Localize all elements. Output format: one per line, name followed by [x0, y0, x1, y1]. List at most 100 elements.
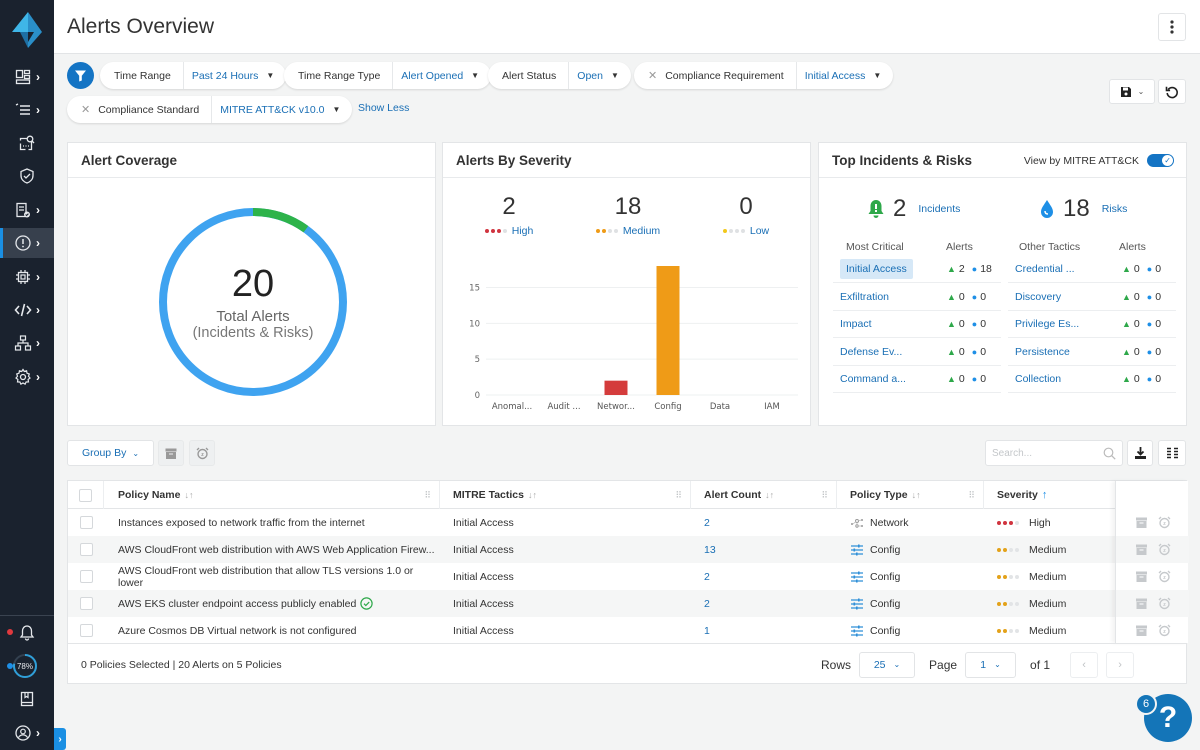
row-checkbox[interactable] — [79, 624, 93, 637]
severity-link[interactable]: Medium — [623, 225, 660, 237]
row-checkbox[interactable] — [79, 597, 93, 610]
tactic-row[interactable]: Collection ▲ 0 ● 0 — [1008, 366, 1176, 393]
snooze-alarm-icon[interactable]: z — [1158, 624, 1171, 637]
app-logo[interactable] — [12, 12, 42, 48]
incidents-summary[interactable]: 2 Incidents — [867, 195, 960, 223]
snooze-alarm-icon[interactable]: z — [1158, 570, 1171, 583]
filter-pill[interactable]: ✕ Compliance Standard MITRE ATT&CK v10.0 ▼ — [67, 96, 353, 123]
group-by-dropdown[interactable]: Group By ⌄ — [67, 440, 154, 466]
policy-name[interactable]: Instances exposed to network traffic fro… — [118, 517, 365, 529]
snooze-alarm-icon[interactable]: z — [1158, 516, 1171, 529]
drag-handle-icon[interactable]: ⠿ — [675, 490, 682, 501]
table-row[interactable]: Instances exposed to network traffic fro… — [68, 509, 1115, 536]
download-button[interactable] — [1127, 440, 1153, 466]
alert-count-link[interactable]: 13 — [704, 544, 716, 556]
row-checkbox[interactable] — [79, 516, 93, 529]
row-checkbox[interactable] — [79, 543, 93, 556]
next-page-button[interactable]: › — [1106, 651, 1135, 678]
sidebar-item-network[interactable]: › — [0, 328, 54, 358]
save-filter-button[interactable]: ⌄ — [1109, 79, 1155, 104]
expand-sidebar-button[interactable]: › — [54, 728, 66, 750]
table-row[interactable]: AWS EKS cluster endpoint access publicly… — [68, 590, 1115, 617]
tactic-row[interactable]: Initial Access ▲ 2 ● 18 — [833, 256, 1001, 283]
tactic-link[interactable]: Credential ... — [1015, 263, 1075, 275]
tactic-link[interactable]: Command a... — [840, 373, 906, 385]
reset-filters-button[interactable] — [1158, 79, 1186, 104]
tactic-link[interactable]: Privilege Es... — [1015, 318, 1079, 330]
dismiss-button[interactable] — [158, 440, 184, 466]
alert-count-link[interactable]: 2 — [704, 571, 710, 583]
table-row[interactable]: AWS CloudFront web distribution that all… — [68, 563, 1115, 590]
table-search[interactable] — [985, 440, 1123, 466]
column-alert-count[interactable]: Alert Count ↓↑ ⠿ — [691, 481, 837, 509]
severity-summary-medium[interactable]: 18 Medium — [578, 193, 678, 237]
alert-count-link[interactable]: 1 — [704, 625, 710, 637]
profile-button[interactable]: › — [0, 718, 54, 748]
tactic-row[interactable]: Exfiltration ▲ 0 ● 0 — [833, 284, 1001, 311]
filter-pill[interactable]: ✕ Compliance Requirement Initial Access ▼ — [634, 62, 894, 89]
filter-value[interactable]: Initial Access — [805, 70, 866, 82]
policy-name[interactable]: AWS CloudFront web distribution that all… — [118, 565, 438, 589]
dismiss-archive-icon[interactable] — [1135, 625, 1148, 636]
previous-page-button[interactable]: ‹ — [1070, 651, 1099, 678]
table-row[interactable]: Azure Cosmos DB Virtual network is not c… — [68, 617, 1115, 644]
remove-filter-icon[interactable]: ✕ — [648, 69, 657, 82]
severity-summary-low[interactable]: 0 Low — [696, 193, 796, 237]
tactic-link[interactable]: Collection — [1015, 373, 1061, 385]
column-policy-type[interactable]: Policy Type ↓↑ ⠿ — [837, 481, 984, 509]
column-policy-name[interactable]: Policy Name ↓↑ ⠿ — [104, 481, 440, 509]
sidebar-item-gear[interactable]: › — [0, 362, 54, 392]
more-options-button[interactable] — [1158, 13, 1186, 41]
tactic-row[interactable]: Persistence ▲ 0 ● 0 — [1008, 339, 1176, 366]
tactic-row[interactable]: Command a... ▲ 0 ● 0 — [833, 366, 1001, 393]
incidents-link[interactable]: Incidents — [918, 203, 960, 215]
dismiss-archive-icon[interactable] — [1135, 517, 1148, 528]
tactic-link[interactable]: Impact — [840, 318, 872, 330]
drag-handle-icon[interactable]: ⠿ — [424, 490, 431, 501]
column-settings-button[interactable] — [1158, 440, 1186, 466]
filter-value[interactable]: Alert Opened — [401, 70, 463, 82]
sidebar-item-dashboard[interactable]: › — [0, 62, 54, 92]
snooze-alarm-icon[interactable]: z — [1158, 597, 1171, 610]
tactic-row[interactable]: Discovery ▲ 0 ● 0 — [1008, 284, 1176, 311]
sidebar-item-alert[interactable]: › — [0, 228, 54, 258]
sidebar-item-compliance[interactable]: › — [0, 195, 54, 225]
drag-handle-icon[interactable]: ⠿ — [821, 490, 828, 501]
tactic-link[interactable]: Exfiltration — [840, 291, 889, 303]
filter-value[interactable]: MITRE ATT&CK v10.0 — [220, 104, 324, 116]
page-select[interactable]: 1 ⌄ — [965, 651, 1017, 678]
filter-pill[interactable]: Time Range Type Alert Opened ▼ — [284, 62, 492, 89]
sidebar-item-code[interactable]: › — [0, 295, 54, 325]
column-severity[interactable]: Severity ↑ — [984, 481, 1115, 509]
column-mitre-tactics[interactable]: MITRE Tactics ↓↑ ⠿ — [440, 481, 691, 509]
table-row[interactable]: AWS CloudFront web distribution with AWS… — [68, 536, 1115, 563]
tactic-row[interactable]: Credential ... ▲ 0 ● 0 — [1008, 256, 1176, 283]
tactic-link[interactable]: Initial Access — [840, 259, 913, 279]
severity-link[interactable]: Low — [750, 225, 769, 237]
notifications-button[interactable] — [0, 618, 54, 648]
tactic-row[interactable]: Privilege Es... ▲ 0 ● 0 — [1008, 311, 1176, 338]
sidebar-item-investigate[interactable] — [0, 128, 54, 158]
tactic-link[interactable]: Discovery — [1015, 291, 1061, 303]
policy-name[interactable]: AWS EKS cluster endpoint access publicly… — [118, 598, 356, 610]
snooze-alarm-icon[interactable]: z — [1158, 543, 1171, 556]
dismiss-archive-icon[interactable] — [1135, 571, 1148, 582]
sidebar-item-shield-check[interactable] — [0, 161, 54, 191]
select-all-checkbox[interactable] — [79, 488, 92, 502]
drag-handle-icon[interactable]: ⠿ — [968, 490, 975, 501]
sidebar-item-chip[interactable]: › — [0, 262, 54, 292]
show-less-link[interactable]: Show Less — [358, 102, 409, 114]
dismiss-archive-icon[interactable] — [1135, 598, 1148, 609]
policy-name[interactable]: AWS CloudFront web distribution with AWS… — [118, 544, 435, 556]
filter-pill[interactable]: Time Range Past 24 Hours ▼ — [100, 62, 287, 89]
usage-progress[interactable]: 78% — [7, 653, 38, 679]
rows-per-page-select[interactable]: 25 ⌄ — [859, 651, 916, 678]
filter-button[interactable] — [67, 62, 94, 89]
tactic-link[interactable]: Persistence — [1015, 346, 1070, 358]
risks-summary[interactable]: 18 Risks — [1039, 195, 1127, 223]
bar-medium-3[interactable] — [656, 266, 680, 395]
risks-link[interactable]: Risks — [1102, 203, 1128, 215]
severity-link[interactable]: High — [512, 225, 534, 237]
docs-button[interactable] — [0, 684, 54, 714]
filter-value[interactable]: Open — [577, 70, 603, 82]
